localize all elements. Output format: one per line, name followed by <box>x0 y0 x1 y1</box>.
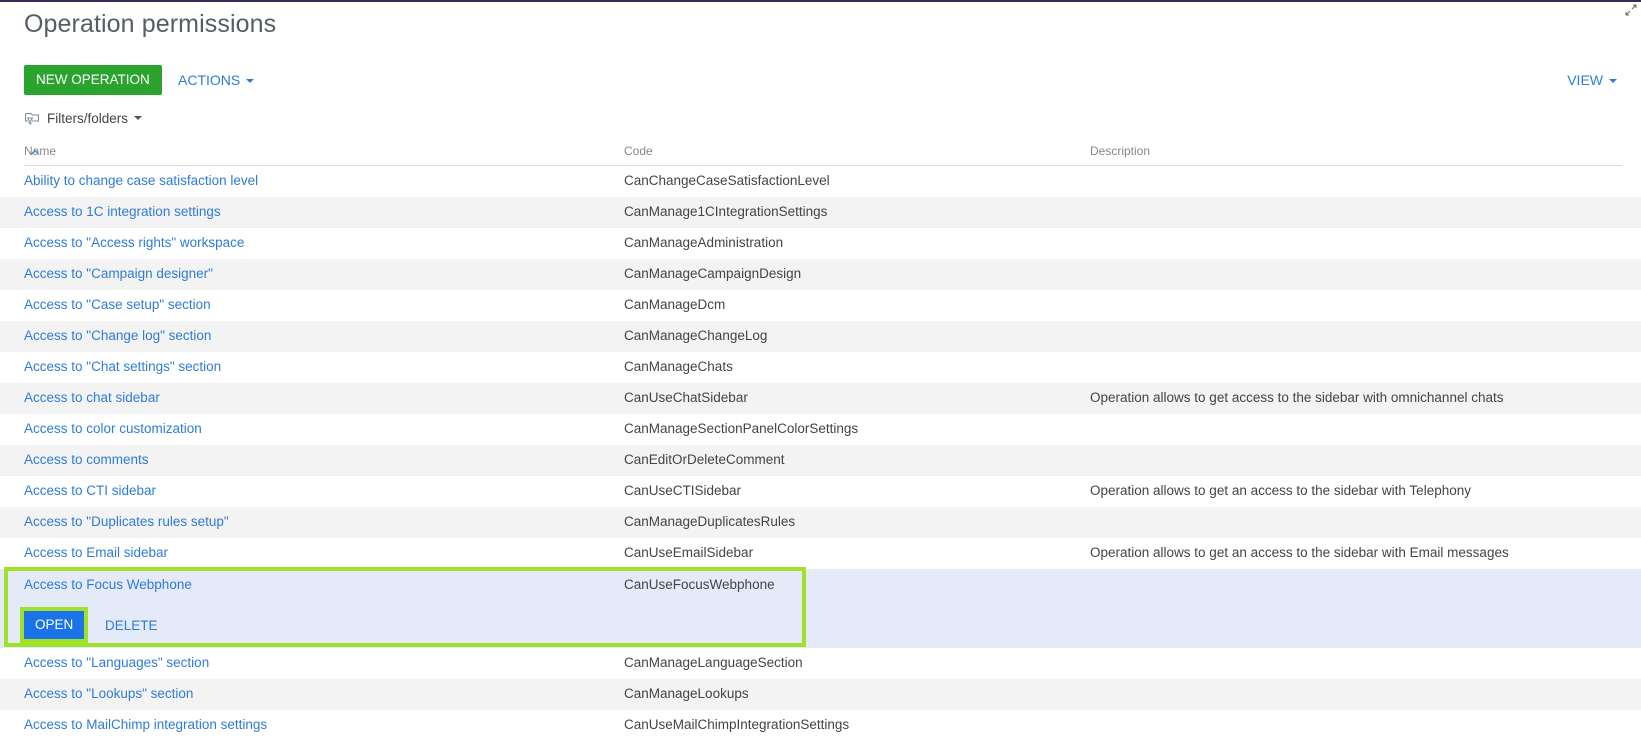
row-name-link[interactable]: Access to 1C integration settings <box>24 204 221 219</box>
table-row[interactable]: Ability to change case satisfaction leve… <box>0 166 1641 197</box>
table-row[interactable]: Access to "Case setup" section CanManage… <box>0 290 1641 321</box>
chevron-down-icon <box>134 116 143 120</box>
row-name-link[interactable]: Ability to change case satisfaction leve… <box>24 173 258 188</box>
column-header-name[interactable]: Name <box>24 144 56 158</box>
row-description: Operation allows to get an access to the… <box>1090 483 1471 498</box>
row-code: CanManageChangeLog <box>624 328 768 343</box>
row-name-link[interactable]: Access to "Lookups" section <box>24 686 193 701</box>
column-name-label: Name <box>24 144 57 158</box>
row-name-link[interactable]: Access to "Duplicates rules setup" <box>24 514 229 529</box>
row-code: CanManageDuplicatesRules <box>624 514 796 529</box>
filters-label: Filters/folders <box>47 110 129 126</box>
actions-label: ACTIONS <box>178 72 241 88</box>
row-name-link[interactable]: Access to "Languages" section <box>24 655 209 670</box>
chevron-down-icon <box>246 79 255 84</box>
actions-menu-button[interactable]: ACTIONS <box>178 72 255 88</box>
row-code: CanManageChats <box>624 359 733 374</box>
table-row[interactable]: Access to Email sidebar CanUseEmailSideb… <box>0 538 1641 569</box>
table-row[interactable]: Access to "Chat settings" section CanMan… <box>0 352 1641 383</box>
chevron-down-icon <box>1609 79 1617 84</box>
table-row[interactable]: Access to chat sidebar CanUseChatSidebar… <box>0 383 1641 414</box>
view-menu-button[interactable]: VIEW <box>1567 72 1617 88</box>
row-name-link[interactable]: Access to "Change log" section <box>24 328 211 343</box>
table-row[interactable]: Access to comments CanEditOrDeleteCommen… <box>0 445 1641 476</box>
open-button[interactable]: OPEN <box>19 607 89 643</box>
table-row[interactable]: Access to 1C integration settings CanMan… <box>0 197 1641 228</box>
table-row[interactable]: Access to "Duplicates rules setup" CanMa… <box>0 507 1641 538</box>
operations-table: Ability to change case satisfaction leve… <box>0 166 1641 741</box>
row-description: Operation allows to get an access to the… <box>1090 545 1509 560</box>
table-row[interactable]: Access to "Change log" section CanManage… <box>0 321 1641 352</box>
column-header-code[interactable]: Code <box>624 144 653 158</box>
row-name-link[interactable]: Access to color customization <box>24 421 202 436</box>
delete-button[interactable]: DELETE <box>105 618 158 633</box>
row-code: CanManageAdministration <box>624 235 784 250</box>
new-operation-button[interactable]: NEW OPERATION <box>24 65 162 95</box>
table-row[interactable]: Access to "Campaign designer" CanManageC… <box>0 259 1641 290</box>
row-code: CanManageLanguageSection <box>624 655 803 670</box>
filter-folder-icon <box>25 113 39 125</box>
row-code: CanUseFocusWebphone <box>624 577 775 592</box>
row-name-link[interactable]: Access to "Chat settings" section <box>24 359 221 374</box>
table-row[interactable]: Access to CTI sidebar CanUseCTISidebar O… <box>0 476 1641 507</box>
row-name-link[interactable]: Access to chat sidebar <box>24 390 160 405</box>
row-description: Operation allows to get access to the si… <box>1090 390 1504 405</box>
row-code: CanChangeCaseSatisfactionLevel <box>624 173 830 188</box>
page-title: Operation permissions <box>24 10 277 38</box>
row-code: CanManageDcm <box>624 297 726 312</box>
table-row-selected[interactable]: Access to Focus Webphone CanUseFocusWebp… <box>0 567 1641 648</box>
row-name-link[interactable]: Access to "Campaign designer" <box>24 266 213 281</box>
expand-icon[interactable] <box>1625 4 1637 16</box>
column-header-description[interactable]: Description <box>1090 144 1150 158</box>
row-code: CanUseMailChimpIntegrationSettings <box>624 717 850 732</box>
row-name-link[interactable]: Access to "Case setup" section <box>24 297 211 312</box>
table-header: Name Code Description <box>24 144 1622 166</box>
row-code: CanManage1CIntegrationSettings <box>624 204 828 219</box>
table-row[interactable]: Access to MailChimp integration settings… <box>0 710 1641 741</box>
row-code: CanManageSectionPanelColorSettings <box>624 421 859 436</box>
row-code: CanManageLookups <box>624 686 749 701</box>
row-name-link[interactable]: Access to "Access rights" workspace <box>24 235 244 250</box>
row-code: CanUseCTISidebar <box>624 483 742 498</box>
row-code: CanEditOrDeleteComment <box>624 452 785 467</box>
window-top-border <box>0 0 1641 2</box>
table-row[interactable]: Access to "Access rights" workspace CanM… <box>0 228 1641 259</box>
row-name-link[interactable]: Access to CTI sidebar <box>24 483 156 498</box>
row-name-link[interactable]: Access to Email sidebar <box>24 545 168 560</box>
row-code: CanManageCampaignDesign <box>624 266 802 281</box>
row-name-link[interactable]: Access to comments <box>24 452 149 467</box>
row-code: CanUseChatSidebar <box>624 390 748 405</box>
view-label: VIEW <box>1567 72 1603 88</box>
row-code: CanUseEmailSidebar <box>624 545 754 560</box>
table-row[interactable]: Access to "Languages" section CanManageL… <box>0 648 1641 679</box>
table-row[interactable]: Access to color customization CanManageS… <box>0 414 1641 445</box>
filters-folders-button[interactable]: Filters/folders <box>24 110 143 126</box>
table-row[interactable]: Access to "Lookups" section CanManageLoo… <box>0 679 1641 710</box>
row-name-link[interactable]: Access to MailChimp integration settings <box>24 717 267 732</box>
row-name-link[interactable]: Access to Focus Webphone <box>24 577 192 592</box>
